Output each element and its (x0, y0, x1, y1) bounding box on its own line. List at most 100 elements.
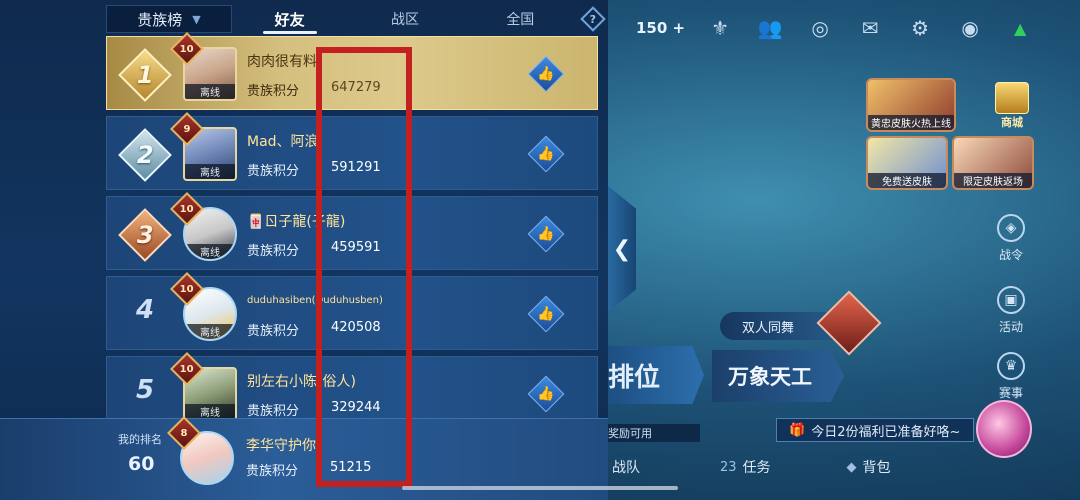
player-avatar[interactable]: 离线 10 (170, 272, 239, 343)
nav-bag[interactable]: ◆ 背包 (847, 457, 891, 477)
eye-icon[interactable]: ◉ (955, 13, 985, 43)
activity-button[interactable]: ▣ 活动 (988, 286, 1034, 346)
chevron-left-icon: ❮ (612, 236, 632, 262)
settings-gear-icon[interactable]: ⚙ (905, 13, 935, 43)
ranking-row[interactable]: 2 离线 9 Mad、阿浪 贵族积分 591291 👍 (106, 112, 598, 190)
nav-tasks[interactable]: 23 任务 (720, 457, 771, 477)
tab-region[interactable]: 战区 (347, 4, 462, 34)
rank-number: 4 (135, 295, 155, 325)
player-name: 别左右小陈(俗人) (247, 374, 356, 390)
shop-banner-free-skin[interactable]: 免费送皮肤 (866, 136, 948, 190)
thumbs-up-icon: 👍 (527, 135, 565, 173)
like-button[interactable]: 👍 (527, 55, 565, 93)
ranking-type-label: 贵族榜 (137, 10, 183, 29)
activity-label: 活动 (998, 320, 1023, 334)
nav-team[interactable]: 战队 (612, 457, 640, 477)
my-player-name: 李华守护你 (246, 438, 316, 454)
battlepass-icon: ◈ (997, 214, 1025, 242)
score-label: 贵族积分 (247, 404, 300, 419)
like-button[interactable]: 👍 (527, 295, 565, 333)
ranking-type-dropdown[interactable]: 贵族榜 ▼ (106, 5, 232, 33)
duo-emblem-icon (816, 290, 882, 356)
thumbs-up-icon: 👍 (527, 215, 565, 253)
my-noble-score: 51215 (330, 460, 372, 475)
shop-banner-limited-skin[interactable]: 限定皮肤返场 (952, 136, 1034, 190)
player-avatar[interactable]: 离线 10 (170, 192, 239, 263)
shop-label: 商城 (1001, 116, 1023, 129)
player-avatar[interactable]: 离线 10 (170, 352, 239, 423)
scroll-indicator[interactable] (402, 486, 678, 490)
thumbs-up-icon: 👍 (527, 295, 565, 333)
my-rank-label: 我的排名 (118, 433, 162, 446)
offline-label: 离线 (185, 324, 235, 339)
ranked-mode-button[interactable]: 排位 (608, 346, 704, 404)
welfare-notice[interactable]: 🎁 今日2份福利已准备好咯~ (776, 418, 974, 442)
ranking-row[interactable]: 3 离线 10 🀄ㄖ子龍(子龍) 贵族积分 459591 👍 (106, 192, 598, 270)
activity-icon: ▣ (997, 286, 1025, 314)
my-avatar[interactable]: 8 (167, 416, 236, 487)
task-count: 23 (720, 459, 737, 475)
player-name: duduhasiben(Duduhusben) (247, 295, 383, 306)
mail-icon[interactable]: ✉ (855, 13, 885, 43)
rank-emblem-icon[interactable]: ⚜ (705, 13, 735, 43)
currency-plus-icon[interactable]: + (673, 19, 686, 37)
thumbs-up-icon: 👍 (527, 375, 565, 413)
bag-icon: ◆ (846, 459, 857, 475)
ranking-row[interactable]: 1 离线 10 肉肉很有料 贵族积分 647279 👍 (106, 32, 598, 110)
ranking-tab-bar: 贵族榜 ▼ 好友 战区 全国 ? (106, 4, 608, 34)
rank-gold-badge: 1 (117, 47, 173, 103)
help-button[interactable]: ? (578, 4, 608, 34)
help-icon: ? (580, 6, 606, 32)
wanxiang-mode-label: 万象天工 (728, 365, 812, 389)
tab-friends[interactable]: 好友 (232, 4, 347, 34)
ranking-panel: 贵族榜 ▼ 好友 战区 全国 ? 1 离线 10 肉肉很有料 贵族积分 6472… (0, 0, 608, 500)
currency-amount: 150 (636, 19, 668, 37)
reward-available-bar[interactable]: 奖励可用 (608, 424, 700, 442)
score-label: 贵族积分 (247, 164, 300, 179)
ranking-row[interactable]: 4 离线 10 duduhasiben(Duduhusben) 贵族积分 420… (106, 272, 598, 350)
nav-tasks-label: 任务 (742, 460, 771, 476)
noble-score: 591291 (331, 160, 381, 175)
noble-score: 647279 (331, 80, 381, 95)
rank-bronze-badge: 3 (117, 207, 173, 263)
like-button[interactable]: 👍 (527, 135, 565, 173)
banner-caption: 黄忠皮肤火热上线 (868, 115, 954, 130)
noble-score: 420508 (331, 320, 381, 335)
offline-label: 离线 (185, 84, 235, 99)
wanxiang-mode-button[interactable]: 万象天工 (712, 350, 844, 402)
ranked-mode-label: 排位 (608, 362, 661, 393)
player-name: 🀄ㄖ子龍(子龍) (247, 214, 346, 230)
tab-national[interactable]: 全国 (463, 4, 578, 34)
battlepass-label: 战令 (998, 248, 1023, 262)
player-name: 肉肉很有料 (247, 54, 317, 70)
score-label: 贵族积分 (246, 464, 299, 479)
shop-button[interactable]: 商城 (986, 76, 1038, 130)
reward-text: 奖励可用 (608, 427, 652, 440)
battlepass-button[interactable]: ◈ 战令 (988, 214, 1034, 274)
like-button[interactable]: 👍 (527, 375, 565, 413)
thumbs-up-icon: 👍 (527, 55, 565, 93)
welfare-text: 今日2份福利已准备好咯~ (811, 424, 961, 440)
noble-score: 329244 (331, 400, 381, 415)
currency-display[interactable]: 150 + (636, 19, 685, 37)
player-avatar[interactable]: 离线 9 (170, 112, 239, 183)
target-icon[interactable]: ◎ (805, 13, 835, 43)
shop-chest-icon (995, 82, 1029, 114)
friends-icon[interactable]: 👥 (755, 13, 785, 43)
score-label: 贵族积分 (247, 84, 300, 99)
offline-label: 离线 (185, 404, 235, 419)
rank-silver-badge: 2 (117, 127, 173, 183)
offline-label: 离线 (185, 244, 235, 259)
collapse-panel-button[interactable]: ❮ (608, 186, 636, 312)
shop-banner-huangzhong[interactable]: 黄忠皮肤火热上线 (866, 78, 956, 132)
player-name: Mad、阿浪 (247, 134, 319, 150)
player-avatar[interactable]: 离线 10 (170, 32, 239, 103)
tournament-label: 赛事 (998, 386, 1023, 400)
noble-score: 459591 (331, 240, 381, 255)
trophy-icon: ♛ (997, 352, 1025, 380)
like-button[interactable]: 👍 (527, 215, 565, 253)
nav-bag-label: 背包 (862, 460, 891, 476)
duo-dance-label: 双人同舞 (742, 320, 795, 336)
gift-icon: 🎁 (789, 422, 806, 438)
score-label: 贵族积分 (247, 244, 300, 259)
